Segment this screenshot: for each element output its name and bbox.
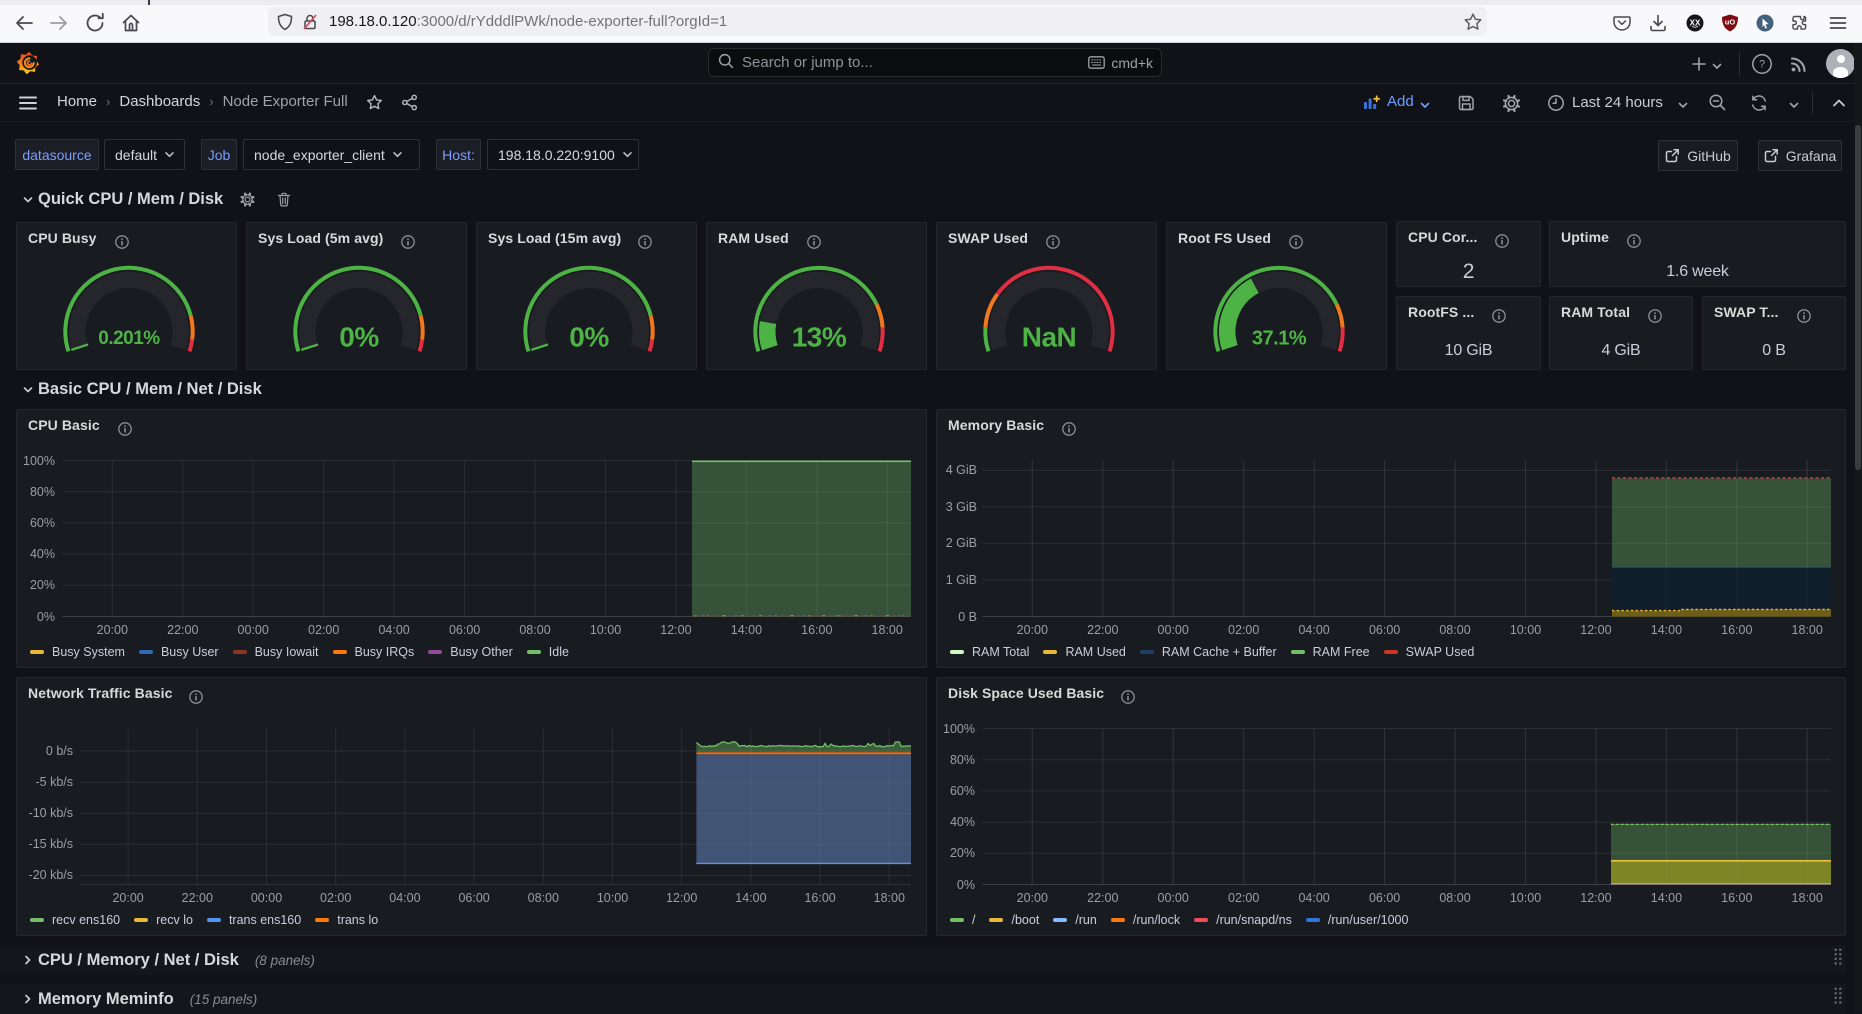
svg-text:37.1%: 37.1%: [1252, 327, 1307, 349]
svg-text:0%: 0%: [339, 321, 379, 352]
svg-text:0.201%: 0.201%: [98, 328, 160, 349]
svg-text:XX: XX: [1690, 19, 1701, 28]
svg-text:13%: 13%: [792, 321, 847, 352]
svg-text:NaN: NaN: [1022, 321, 1077, 352]
svg-text:0%: 0%: [569, 321, 609, 352]
svg-text:uO: uO: [1725, 17, 1736, 26]
svg-text:?: ?: [1759, 59, 1765, 71]
